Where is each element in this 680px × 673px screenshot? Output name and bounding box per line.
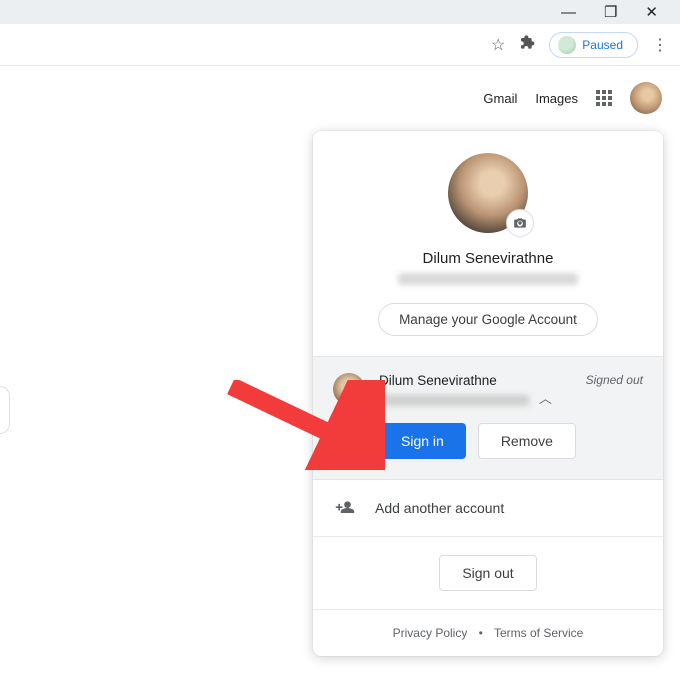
minimize-button[interactable]: —: [561, 4, 576, 21]
profile-paused-chip[interactable]: Paused: [549, 32, 638, 58]
top-nav: Gmail Images: [0, 66, 680, 114]
remove-account-button[interactable]: Remove: [478, 423, 576, 459]
account-panel: Dilum Senevirathne Manage your Google Ac…: [313, 131, 663, 656]
panel-header: Dilum Senevirathne Manage your Google Ac…: [313, 131, 663, 356]
secondary-account-name: Dilum Senevirathne: [379, 373, 572, 388]
add-account-label: Add another account: [375, 500, 504, 516]
bookmark-star-icon[interactable]: ☆: [491, 35, 505, 55]
panel-footer: Privacy Policy • Terms of Service: [313, 609, 663, 656]
sign-in-button[interactable]: Sign in: [379, 423, 466, 459]
camera-icon[interactable]: [506, 209, 534, 237]
profile-avatar-small[interactable]: [630, 82, 662, 114]
extensions-icon[interactable]: [519, 34, 535, 55]
images-link[interactable]: Images: [535, 91, 578, 106]
dot-separator: •: [479, 626, 483, 640]
account-name: Dilum Senevirathne: [333, 250, 643, 267]
chip-avatar: [558, 36, 576, 54]
apps-grid-icon[interactable]: [596, 90, 612, 106]
secondary-email-blurred: [379, 395, 529, 406]
kebab-menu-icon[interactable]: ⋮: [652, 35, 668, 55]
address-bar: ☆ Paused ⋮: [0, 24, 680, 66]
add-another-account-button[interactable]: Add another account: [313, 480, 663, 537]
decorative-circle: [0, 386, 10, 434]
signed-out-status: Signed out: [586, 373, 643, 387]
window-titlebar: — ❐ ✕: [0, 0, 680, 24]
secondary-avatar: [333, 373, 365, 405]
close-window-button[interactable]: ✕: [645, 3, 658, 21]
account-email-blurred: [398, 273, 578, 285]
chevron-up-icon[interactable]: ︿: [539, 388, 552, 407]
gmail-link[interactable]: Gmail: [483, 91, 517, 106]
person-add-icon: [335, 498, 355, 518]
manage-account-button[interactable]: Manage your Google Account: [378, 303, 598, 336]
maximize-button[interactable]: ❐: [604, 3, 617, 21]
terms-link[interactable]: Terms of Service: [494, 626, 583, 640]
secondary-account-row: Dilum Senevirathne ︿ Signed out Sign in …: [313, 356, 663, 480]
privacy-policy-link[interactable]: Privacy Policy: [393, 626, 468, 640]
sign-out-button[interactable]: Sign out: [439, 555, 536, 591]
paused-label: Paused: [582, 38, 623, 52]
